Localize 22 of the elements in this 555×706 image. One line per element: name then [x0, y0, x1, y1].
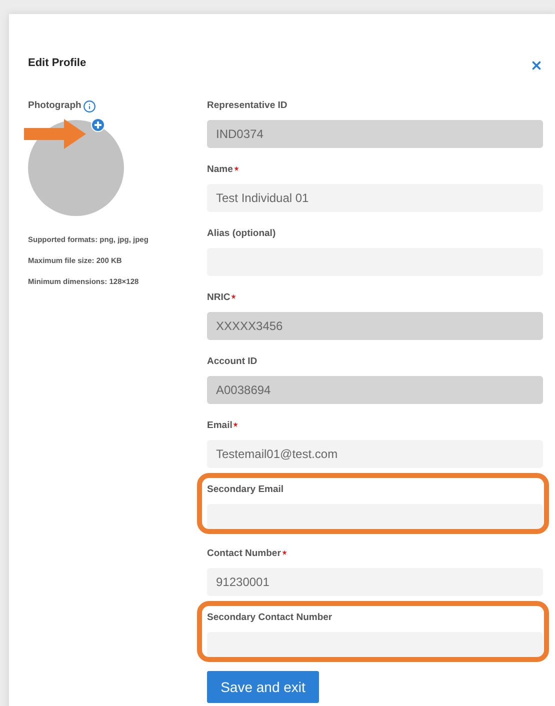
text-field[interactable]: 91230001 [207, 568, 543, 596]
field-label: Alias (optional) [207, 227, 276, 241]
field-label: Secondary Contact Number [207, 611, 332, 625]
field-label: Representative ID [207, 99, 288, 113]
text-field[interactable]: XXXXX3456 [207, 312, 543, 340]
text-field[interactable]: A0038694 [207, 376, 543, 404]
field-label: NRIC [207, 291, 230, 305]
field-label: Secondary Email [207, 483, 284, 497]
text-field[interactable]: Testemail01@test.com [207, 440, 543, 468]
text-field[interactable]: Test Individual 01 [207, 184, 543, 212]
save-button[interactable]: Save and exit [207, 671, 319, 703]
dialog-title: Edit Profile [28, 56, 86, 71]
field-label: Contact Number [207, 547, 281, 561]
photo-label: Photograph [28, 98, 82, 113]
field-label: Email [207, 419, 232, 433]
field-label: Name [207, 163, 233, 177]
close-button[interactable] [530, 58, 543, 72]
field-label: Account ID [207, 355, 258, 369]
arrow-icon [24, 119, 86, 149]
info-icon[interactable] [83, 100, 96, 112]
add-photo-icon[interactable] [91, 118, 105, 132]
text-field[interactable]: IND0374 [207, 120, 543, 148]
